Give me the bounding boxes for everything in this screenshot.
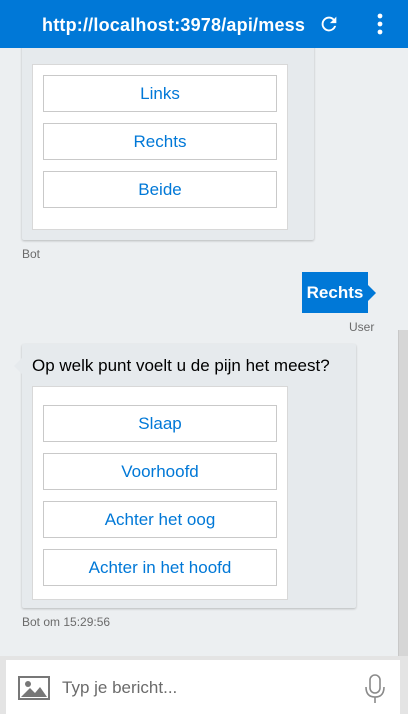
bot-message-text: Op welk punt voelt u de pijn het meest?: [32, 356, 330, 375]
option-slaap-button[interactable]: Slaap: [43, 405, 277, 442]
bubble-pointer: [14, 358, 22, 374]
bubble-pointer: [368, 285, 376, 301]
user-message-text: Rechts: [306, 282, 364, 302]
option-beide-button[interactable]: Beide: [43, 171, 277, 208]
option-links-button[interactable]: Links: [43, 75, 277, 112]
refresh-icon[interactable]: [318, 13, 340, 35]
message-input[interactable]: [62, 674, 342, 702]
option-voorhoofd-button[interactable]: Voorhoofd: [43, 453, 277, 490]
user-message-bubble: Rechts: [302, 272, 376, 313]
scrollbar[interactable]: [398, 330, 408, 656]
message-meta: User: [349, 320, 375, 334]
option-achter-in-het-hoofd-button[interactable]: Achter in het hoofd: [43, 549, 277, 586]
message-meta: Bot om 15:29:56: [22, 615, 111, 629]
option-achter-het-oog-button[interactable]: Achter het oog: [43, 501, 277, 538]
page-title: http://localhost:3978/api/mess: [42, 15, 306, 35]
conversation-area[interactable]: Links Rechts Beide Bot Rechts User Op we…: [0, 48, 408, 656]
composer-box: [6, 660, 400, 714]
app-header: http://localhost:3978/api/mess: [0, 0, 408, 48]
microphone-icon[interactable]: [364, 674, 386, 704]
message-meta: Bot: [22, 247, 41, 261]
suggested-actions: Links Rechts Beide: [32, 64, 288, 230]
bot-message-card: Links Rechts Beide: [22, 48, 314, 240]
image-upload-icon[interactable]: [18, 676, 50, 700]
more-vert-icon[interactable]: [372, 12, 388, 36]
bot-message-card: Op welk punt voelt u de pijn het meest? …: [14, 344, 356, 608]
message-composer: [0, 656, 408, 714]
option-rechts-button[interactable]: Rechts: [43, 123, 277, 160]
suggested-actions: Slaap Voorhoofd Achter het oog Achter in…: [32, 386, 288, 600]
